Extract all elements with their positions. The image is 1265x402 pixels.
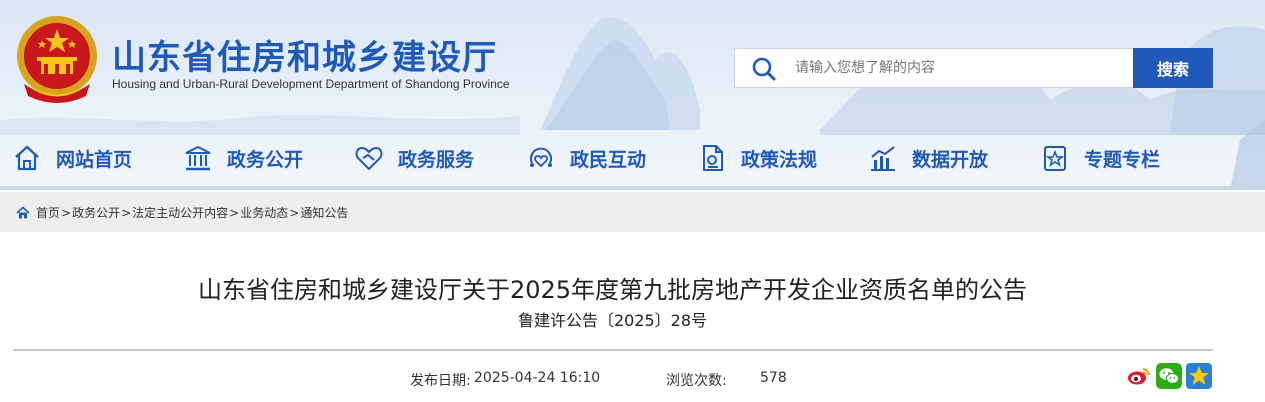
nav-item-label: 政民互动 [570, 148, 647, 171]
view-count-label: 浏览次数: [666, 373, 727, 389]
document-icon [703, 145, 723, 171]
building-icon [185, 145, 211, 171]
nav-item-open-data[interactable]: 数据开放 [868, 138, 988, 178]
search-box [734, 48, 1134, 88]
nav-item-policy[interactable]: 政策法规 [697, 138, 817, 178]
site-title: 山东省住房和城乡建设厅 [112, 38, 497, 78]
view-count: 578 [760, 370, 787, 386]
breadcrumb-item-home[interactable]: 首页 [36, 204, 60, 221]
search-icon[interactable] [751, 56, 777, 82]
article-title: 山东省住房和城乡建设厅关于2025年度第九批房地产开发企业资质名单的公告 [197, 276, 1028, 304]
breadcrumb-bar: 首页 > 政务公开 > 法定主动公开内容 > 业务动态 > 通知公告 [0, 192, 1265, 232]
topic-icon [1044, 146, 1066, 171]
title-divider [13, 349, 1213, 351]
breadcrumb-item-business-news[interactable]: 业务动态 [240, 204, 288, 221]
publish-date: 2025-04-24 16:10 [474, 370, 601, 386]
national-emblem-icon [17, 16, 97, 103]
nav-item-topics[interactable]: 专题专栏 [1040, 138, 1160, 178]
breadcrumb-item-notices[interactable]: 通知公告 [300, 204, 348, 221]
nav-item-home[interactable]: 网站首页 [12, 138, 132, 178]
nav-item-label: 政务服务 [398, 148, 475, 171]
nav-item-label: 数据开放 [912, 148, 989, 171]
home-icon [15, 145, 39, 171]
breadcrumb-separator: > [61, 205, 72, 220]
chart-icon [871, 146, 895, 171]
breadcrumb-item-statutory[interactable]: 法定主动公开内容 [132, 204, 228, 221]
breadcrumb-separator: > [121, 205, 132, 220]
site-subtitle: Housing and Urban-Rural Development Depa… [112, 77, 510, 91]
search-button[interactable]: 搜索 [1133, 48, 1213, 88]
qzone-icon[interactable] [1186, 363, 1212, 389]
handshake-icon [355, 146, 383, 171]
weibo-icon[interactable] [1126, 363, 1152, 389]
nav-item-interaction[interactable]: 政民互动 [526, 138, 646, 178]
nav-item-gov-affairs[interactable]: 政务公开 [183, 138, 303, 178]
breadcrumb: 首页 > 政务公开 > 法定主动公开内容 > 业务动态 > 通知公告 [16, 204, 348, 221]
publish-date-label: 发布日期: [410, 373, 471, 389]
nav-item-label: 政策法规 [741, 148, 818, 171]
nav-item-label: 专题专栏 [1084, 148, 1161, 171]
nav-item-label: 网站首页 [56, 148, 133, 171]
search-input[interactable] [795, 54, 1125, 82]
document-number: 鲁建许公告〔2025〕28号 [517, 311, 708, 330]
wechat-icon[interactable] [1156, 363, 1182, 389]
breadcrumb-separator: > [229, 205, 240, 220]
nav-divider [0, 186, 1265, 190]
breadcrumb-item-gov-affairs[interactable]: 政务公开 [72, 204, 120, 221]
nav-item-gov-services[interactable]: 政务服务 [354, 138, 474, 178]
nav-item-label: 政务公开 [227, 148, 304, 171]
interaction-icon [530, 147, 552, 168]
main-nav: 网站首页 政务公开 政务服务 政民互动 政策法规 数据开放 专题专栏 [0, 138, 1265, 178]
home-icon [16, 205, 30, 218]
breadcrumb-separator: > [289, 205, 300, 220]
